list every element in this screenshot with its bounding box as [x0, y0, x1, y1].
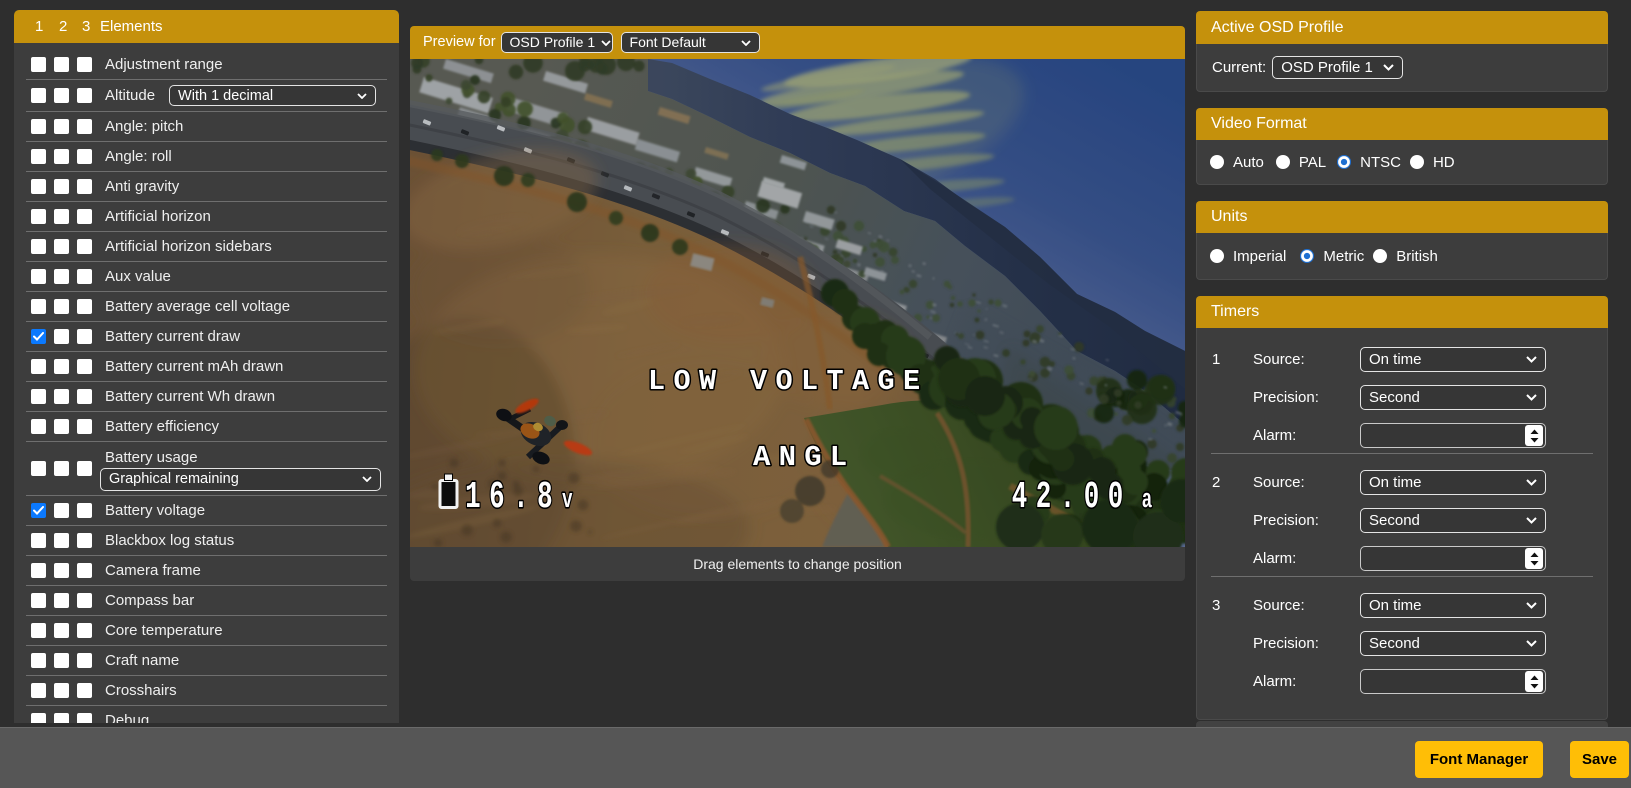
svg-text:42.00: 42.00	[1012, 475, 1132, 518]
svg-text:v: v	[562, 485, 573, 515]
svg-text:LOW VOLTAGE: LOW VOLTAGE	[648, 365, 929, 398]
svg-text:16.8: 16.8	[465, 475, 561, 518]
svg-text:a: a	[1142, 485, 1153, 515]
svg-text:ANGL: ANGL	[753, 441, 855, 474]
